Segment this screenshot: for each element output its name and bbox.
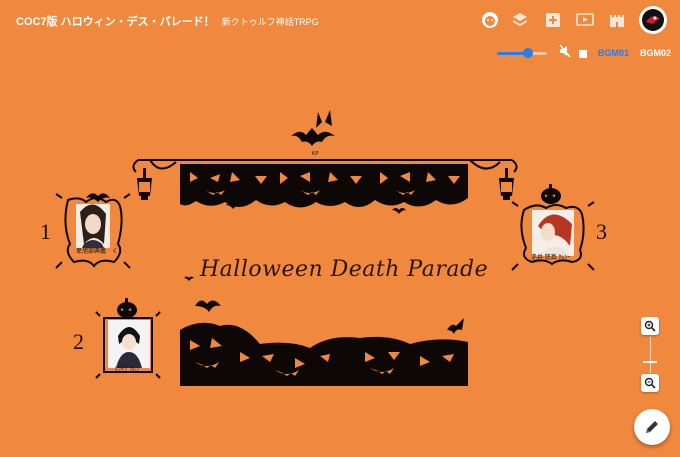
- seat-number-3: 3: [596, 219, 607, 244]
- seat-number-1: 1: [40, 219, 51, 244]
- zoom-track[interactable]: [650, 337, 651, 373]
- character-name-3: 赤井 悠真 ｸﾚﾝｰ: [531, 255, 571, 261]
- seat-number-2: 2: [73, 329, 84, 354]
- zoom-out-icon[interactable]: [641, 374, 659, 392]
- pencil-icon: [646, 421, 658, 433]
- top-pumpkin-band: [180, 164, 468, 208]
- scene-background: [55, 110, 595, 386]
- pumpkin-frame-2-icon: [117, 298, 137, 318]
- lantern-right-icon: [499, 168, 514, 200]
- kp-tag: KP: [312, 151, 319, 157]
- pumpkin-frame-3-icon: [541, 184, 561, 204]
- bat-top-icon: [291, 110, 335, 146]
- lantern-left-icon: [137, 168, 152, 200]
- character-portrait-3: [532, 210, 574, 256]
- banner-title: Halloween Death Parade: [200, 257, 489, 282]
- zoom-in-icon[interactable]: [641, 317, 659, 335]
- edit-fab-button[interactable]: [634, 409, 670, 445]
- character-name-1: 卑旭部興義 く: [76, 249, 119, 255]
- bottom-pumpkin-band: [180, 322, 468, 386]
- character-name-2: ﾚﾝﾄﾌﾞｸﾚﾝ: [115, 367, 140, 373]
- character-portrait-1: [76, 204, 110, 248]
- character-portrait-2: [108, 320, 150, 368]
- zoom-thumb[interactable]: [643, 361, 657, 363]
